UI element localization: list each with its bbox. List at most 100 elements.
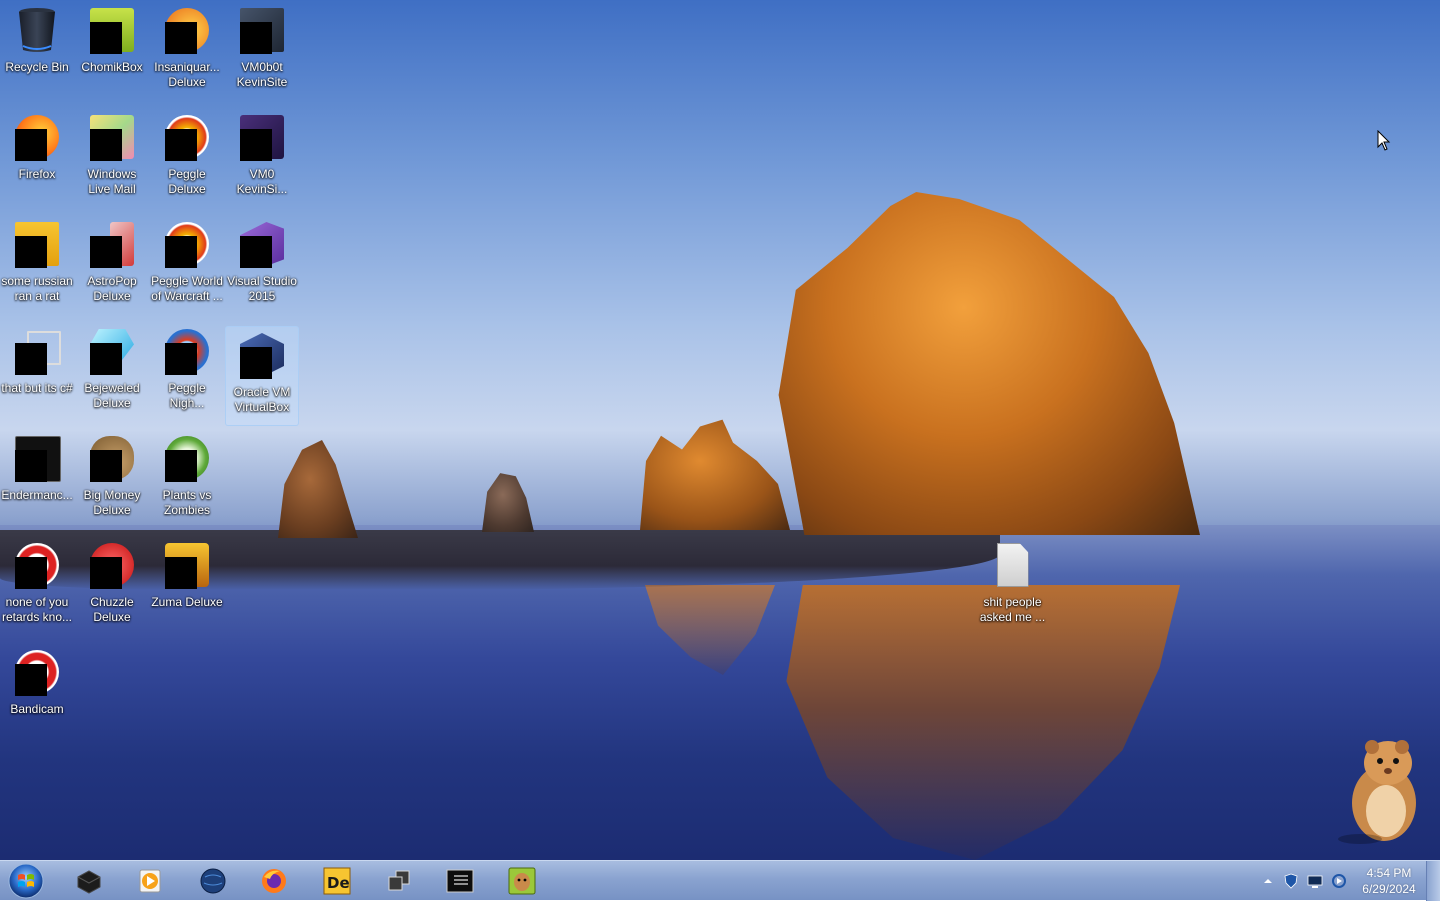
visual-studio-icon — [238, 220, 286, 268]
icon-label: VM0b0t KevinSite — [236, 60, 288, 89]
icon-label: Insaniquar... Deluxe — [154, 60, 220, 89]
taskbar-clock[interactable]: 4:54 PM 6/29/2024 — [1348, 865, 1430, 897]
icon-label: Endermanc... — [1, 488, 73, 502]
bandicam-icon — [13, 648, 61, 696]
clock-time: 4:54 PM — [1366, 866, 1412, 880]
recycle-bin-icon — [13, 6, 61, 54]
desktop-icon-peggle-world-of-warcraft[interactable]: Peggle World of Warcraft ... — [150, 216, 224, 316]
desktop-icon-some-russian-ran-a-rat[interactable]: some russian ran a rat — [0, 216, 74, 316]
astropop-icon — [88, 220, 136, 268]
icon-label: that but its c# — [1, 381, 73, 395]
bandicam-icon — [13, 541, 61, 589]
icon-label: shit people asked me ... — [979, 595, 1046, 624]
money-bag-icon — [88, 434, 136, 482]
wallpaper-haystack-rock — [778, 192, 1200, 535]
desktop-icon-chomikbox[interactable]: ChomikBox — [75, 2, 149, 102]
desktop-icon-plants-vs-zombies[interactable]: Plants vs Zombies — [150, 430, 224, 530]
desktop-icon-endermanch[interactable]: Endermanc... — [0, 430, 74, 530]
hamster-gadget[interactable] — [1338, 735, 1428, 845]
show-desktop-button[interactable] — [1426, 861, 1440, 901]
firefox-icon — [262, 869, 286, 893]
desktop-icon-bandicam[interactable]: Bandicam — [0, 644, 74, 744]
icon-label: Peggle Deluxe — [168, 167, 206, 196]
icon-label: Bandicam — [10, 702, 64, 716]
desktop-icon-astropop-deluxe[interactable]: AstroPop Deluxe — [75, 216, 149, 316]
firefox-icon — [13, 113, 61, 161]
start-button[interactable] — [6, 862, 46, 900]
zuma-icon — [163, 541, 211, 589]
show-hidden-icons-arrow-icon[interactable] — [1260, 873, 1276, 889]
security-shield-icon[interactable] — [1283, 873, 1299, 889]
wallpaper-rock-mid — [640, 419, 790, 530]
icon-label: Zuma Deluxe — [151, 595, 223, 609]
taskbar-console-button[interactable] — [439, 863, 481, 899]
icon-label: AstroPop Deluxe — [87, 274, 137, 303]
wallpaper-sea-stack-small — [482, 473, 534, 532]
taskbar-firefox-button[interactable] — [253, 863, 295, 899]
taskbar-windows-stack-button[interactable] — [378, 863, 420, 899]
visual-studio-dark-icon — [238, 113, 286, 161]
desktop-icon-vm0b0t-kevinsite[interactable]: VM0b0t KevinSite — [225, 2, 299, 102]
globe-icon — [200, 868, 226, 894]
mail-icon — [88, 113, 136, 161]
desktop-icon-peggle-deluxe[interactable]: Peggle Deluxe — [150, 109, 224, 209]
icon-label: VM0 KevinSi... — [236, 167, 288, 196]
stacked-windows-icon — [13, 327, 61, 375]
peggle-nights-icon — [163, 327, 211, 375]
icon-label: Chuzzle Deluxe — [90, 595, 134, 624]
icon-label: Peggle World of Warcraft ... — [151, 274, 223, 303]
icon-label: ChomikBox — [81, 60, 143, 74]
desktop-icon-firefox[interactable]: Firefox — [0, 109, 74, 209]
desktop-icon-that-but-its-csharp[interactable]: that but its c# — [0, 323, 74, 423]
icon-label: Peggle Nigh... — [168, 381, 206, 410]
desktop-icon-zuma-deluxe[interactable]: Zuma Deluxe — [150, 537, 224, 637]
clock-date: 6/29/2024 — [1362, 882, 1416, 896]
peggle-icon — [163, 220, 211, 268]
desktop-icon-chuzzle-deluxe[interactable]: Chuzzle Deluxe — [75, 537, 149, 637]
chuzzle-icon — [88, 541, 136, 589]
icon-label: Bejeweled Deluxe — [84, 381, 140, 410]
desktop-icon-visual-studio-2015[interactable]: Visual Studio 2015 — [225, 216, 299, 316]
de-app-icon — [13, 220, 61, 268]
network-monitor-icon[interactable] — [1307, 873, 1323, 889]
fish-icon — [163, 6, 211, 54]
volume-sync-icon[interactable] — [1331, 873, 1347, 889]
taskbar-media-player-button[interactable] — [129, 863, 171, 899]
plant-icon — [163, 434, 211, 482]
mouse-cursor-icon — [1377, 129, 1391, 152]
chomikbox-icon — [88, 6, 136, 54]
desktop-icon-oracle-vm-virtualbox[interactable]: Oracle VM VirtualBox — [225, 326, 299, 426]
icon-label: Firefox — [18, 167, 56, 181]
virtualbox-icon — [238, 331, 286, 379]
desktop-icon-peggle-nights[interactable]: Peggle Nigh... — [150, 323, 224, 423]
media-player-icon — [139, 869, 161, 893]
desktop-icon-recycle-bin[interactable]: Recycle Bin — [0, 2, 74, 102]
peggle-icon — [163, 113, 211, 161]
chomikbox-icon — [508, 867, 536, 895]
desktop-icon-big-money-deluxe[interactable]: Big Money Deluxe — [75, 430, 149, 530]
icon-label: Big Money Deluxe — [83, 488, 141, 517]
de-app-icon: De — [323, 867, 351, 895]
gem-icon — [88, 327, 136, 375]
wallpaper-sea-stack-left — [278, 440, 358, 538]
text-file-icon — [989, 541, 1037, 589]
desktop-icon-windows-live-mail[interactable]: Windows Live Mail — [75, 109, 149, 209]
taskbar-globe-button[interactable] — [192, 863, 234, 899]
desktop-icon-bejeweled-deluxe[interactable]: Bejeweled Deluxe — [75, 323, 149, 423]
icon-label: Recycle Bin — [5, 60, 69, 74]
windows-stack-icon — [388, 870, 410, 891]
icon-label: Visual Studio 2015 — [227, 274, 297, 303]
desktop-file-text-document[interactable]: shit people asked me ... — [975, 537, 1050, 637]
console-icon — [13, 434, 61, 482]
desktop[interactable]: Recycle Bin Firefox some russian ran a r… — [0, 0, 1440, 860]
taskbar: De 4:54 PM 6/29/2024 — [0, 860, 1440, 901]
console-icon — [446, 869, 474, 893]
taskbar-de-app-button[interactable]: De — [316, 863, 358, 899]
desktop-icon-vm0-kevinsite[interactable]: VM0 KevinSi... — [225, 109, 299, 209]
desktop-icon-insaniquarium-deluxe[interactable]: Insaniquar... Deluxe — [150, 2, 224, 102]
taskbar-virtualbox-button[interactable] — [68, 863, 110, 899]
taskbar-chomikbox-button[interactable] — [501, 863, 543, 899]
desktop-icon-none-of-you[interactable]: none of you retards kno... — [0, 537, 74, 637]
icon-label: Windows Live Mail — [87, 167, 137, 196]
icon-label: Oracle VM VirtualBox — [233, 385, 291, 414]
